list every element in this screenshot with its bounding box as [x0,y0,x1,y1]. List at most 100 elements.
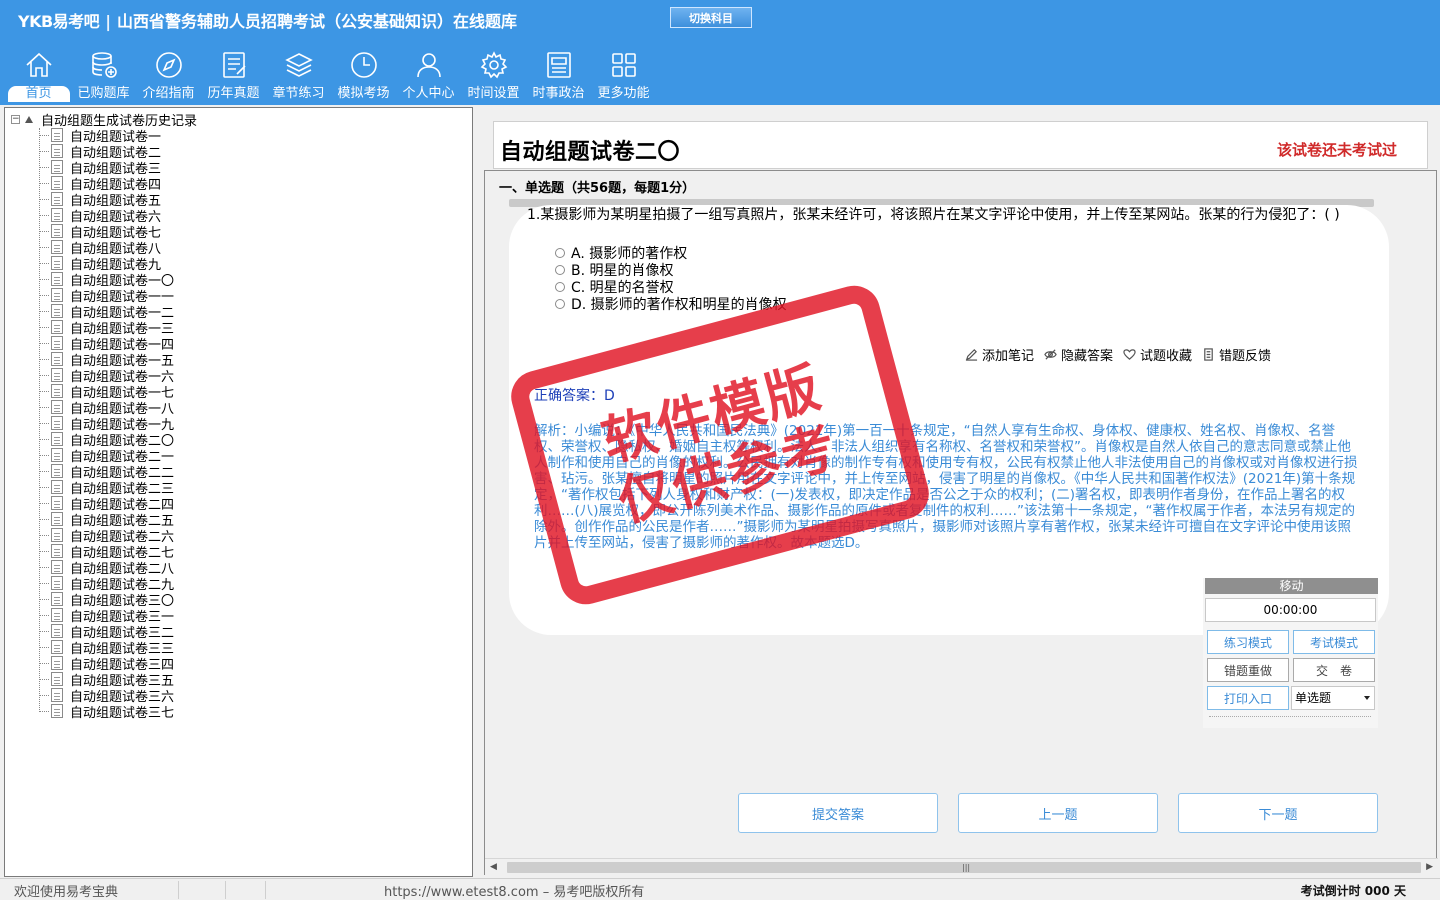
tree-branch-line [39,230,49,232]
prev-question-button[interactable]: 上一题 [958,793,1158,833]
section-header: 一、单选题（共56题，每题1分） [499,181,696,196]
status-divider [180,881,226,899]
radio-icon[interactable] [555,265,565,275]
toolbar-home[interactable]: 首页 [6,46,71,104]
tree-branch-line [39,198,49,200]
document-icon [51,320,63,334]
radio-icon[interactable] [555,299,565,309]
document-icon [51,224,63,238]
practice-mode-button[interactable]: 练习模式 [1207,630,1289,654]
status-bar: 欢迎使用易考宝典 https://www.etest8.com – 易考吧版权所… [0,878,1440,900]
submit-paper-button[interactable]: 交 卷 [1293,658,1375,682]
toolbar-chapter-practice[interactable]: 章节练习 [266,46,331,104]
tree-branch-line [39,262,49,264]
document-icon [51,672,63,686]
question-stem: 1.某摄影师为某明星拍摄了一组写真照片，张某未经许可，将该照片在某文字评论中使用… [527,207,1340,223]
tree-branch-line [39,454,49,456]
tree-item[interactable]: 自动组题试卷三七 [39,703,175,721]
toolbar-more[interactable]: 更多功能 [591,46,656,104]
favorite-button[interactable]: 试题收藏 [1123,345,1192,364]
document-icon [51,688,63,702]
tree-branch-line [39,550,49,552]
add-note-button[interactable]: 添加笔记 [965,345,1034,364]
print-button[interactable]: 打印入口 [1207,686,1289,710]
toolbar-current-affairs[interactable]: 时事政治 [526,46,591,104]
scroll-right-icon[interactable]: ▶ [1426,862,1433,872]
clock-icon [350,52,377,78]
home-icon [25,52,52,77]
answer-analysis: 解析：小编说：《中华人民共和国民法典》(2021年)第一百一十条规定，“自然人享… [534,423,1358,551]
grid-icon [611,53,636,77]
tree-branch-line [39,342,49,344]
tree-item-label: 自动组题试卷三七 [70,705,175,721]
toolbar-past-papers[interactable]: 历年真题 [201,46,266,104]
document-icon [51,512,63,526]
document-icon [51,544,63,558]
tree-branch-line [39,662,49,664]
radio-icon[interactable] [555,282,565,292]
question-type-value: 单选题 [1295,691,1332,705]
question-frame: 一、单选题（共56题，每题1分） 1.某摄影师为某明星拍摄了一组写真照片，张某未… [484,170,1438,875]
switch-subject-button[interactable]: 切换科目 [670,7,752,28]
timer-drag-handle[interactable]: 移动 [1205,578,1378,594]
status-welcome: 欢迎使用易考宝典 [14,881,179,900]
toolbar-label: 时间设置 [467,86,520,101]
toolbar-label: 历年真题 [207,86,260,101]
question-actions: 添加笔记 隐藏答案 试题收藏 错题反馈 [965,345,1281,364]
user-icon [416,53,441,78]
next-question-button[interactable]: 下一题 [1178,793,1378,833]
document-icon [51,176,63,190]
timer-display: 00:00:00 [1205,598,1376,622]
toolbar-purchased[interactable]: 已购题库 [71,46,136,104]
document-icon [51,704,63,718]
document-icon [51,368,63,382]
toolbar-guide[interactable]: 介绍指南 [136,46,201,104]
document-icon [51,496,63,510]
document-icon [51,448,63,462]
document-icon [51,656,63,670]
app-logo: YKB易考吧 [18,12,100,31]
toolbar-label: 时事政治 [532,86,585,101]
tree-branch-line [39,134,49,136]
correct-answer: 正确答案：D [534,388,615,404]
folder-triangle-icon [25,115,33,123]
document-icon [51,640,63,654]
collapse-icon[interactable]: − [11,114,20,124]
document-icon [51,160,63,174]
document-icon [51,352,63,366]
option-d[interactable]: D. 摄影师的著作权和明星的肖像权 [555,294,787,314]
tree-branch-line [39,246,49,248]
exam-mode-button[interactable]: 考试模式 [1293,630,1375,654]
document-list-icon [222,52,246,78]
scrollbar-thumb[interactable]: ||| [507,862,1421,873]
submit-answer-button[interactable]: 提交答案 [738,793,938,833]
toolbar-time-settings[interactable]: 时间设置 [461,46,526,104]
error-feedback-button[interactable]: 错题反馈 [1202,345,1271,364]
main-toolbar: 首页 已购题库 介绍指南 历年真题 章节练习 模拟考场 个人中心 时间设置 时事… [6,46,656,104]
pencil-icon [965,349,978,361]
layers-icon [284,53,313,77]
exam-countdown: 考试倒计时 000 天 [1300,884,1406,898]
toolbar-label: 模拟考场 [337,86,390,101]
scroll-left-icon[interactable]: ◀ [490,862,497,872]
redo-wrong-button[interactable]: 错题重做 [1207,658,1289,682]
header-bar: YKB易考吧 | 山西省警务辅助人员招聘考试（公安基础知识）在线题库 切换科目 首页… [0,0,1440,105]
document-icon [51,608,63,622]
hide-answer-button[interactable]: 隐藏答案 [1044,345,1113,364]
toolbar-mock-exam[interactable]: 模拟考场 [331,46,396,104]
tree-branch-line [39,470,49,472]
toolbar-personal-center[interactable]: 个人中心 [396,46,461,104]
document-icon [51,272,63,286]
exam-title: 自动组题试卷二〇 [500,139,681,165]
tree-branch-line [39,630,49,632]
chevron-down-icon [1364,696,1370,700]
document-icon [51,240,63,254]
status-copyright: https://www.etest8.com – 易考吧版权所有 [384,885,645,900]
tree-branch-line [39,614,49,616]
question-type-select[interactable]: 单选题 [1291,686,1375,710]
horizontal-scrollbar[interactable]: ◀ ||| ▶ [485,858,1438,875]
tree-branch-line [39,294,49,296]
tree-branch-line [39,326,49,328]
paper-history-tree[interactable]: − 自动组题生成试卷历史记录 自动组题试卷一 自动组题试卷二 自动组题试卷三 自动组题… [4,107,473,877]
radio-icon[interactable] [555,248,565,258]
